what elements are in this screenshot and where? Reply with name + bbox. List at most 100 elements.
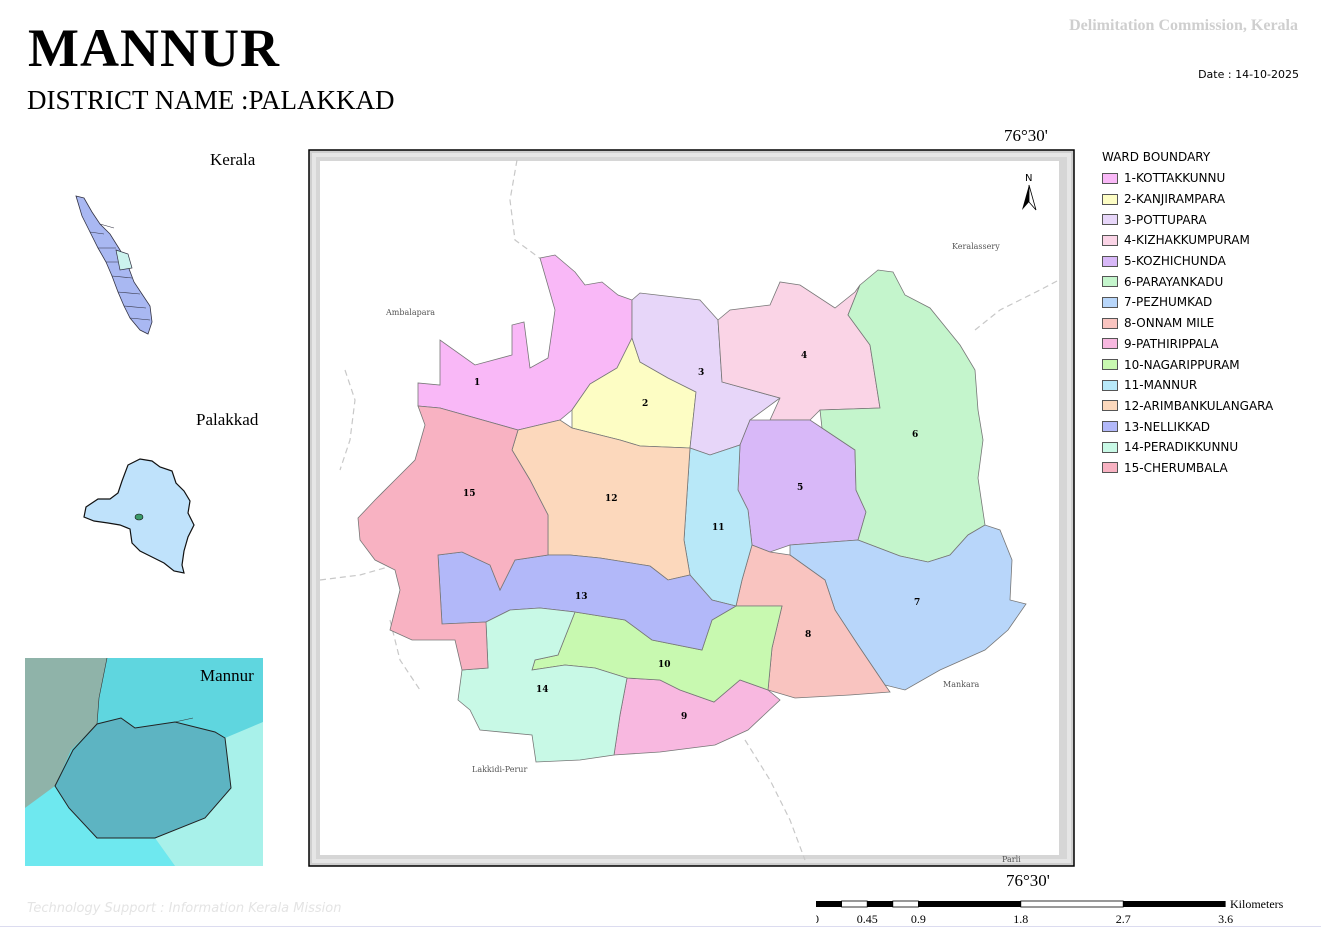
- scale-bar: Kilometers 0 0.45 0.9 1.8 2.7 3.6: [816, 897, 1284, 926]
- bottom-divider: [0, 926, 1321, 927]
- ward-label-5: 5: [797, 483, 803, 493]
- legend-label: 14-PERADIKKUNNU: [1124, 440, 1239, 455]
- legend-label: 4-KIZHAKKUMPURAM: [1124, 233, 1250, 248]
- scale-tick-2: 0.9: [911, 912, 926, 926]
- ward-label-3: 3: [698, 368, 704, 378]
- north-arrow-label: N: [1025, 173, 1032, 184]
- legend-label: 12-ARIMBANKULANGARA: [1124, 398, 1274, 413]
- place-keralassery: Keralassery: [952, 242, 1000, 251]
- palakkad-inset-label: Palakkad: [196, 410, 259, 429]
- legend: WARD BOUNDARY 1-KOTTAKKUNNU 2-KANJIRAMPAR…: [1102, 150, 1273, 478]
- legend-item: 8-ONNAM MILE: [1102, 313, 1273, 334]
- legend-label: 3-POTTUPARA: [1124, 212, 1207, 227]
- legend-item: 15-CHERUMBALA: [1102, 458, 1273, 479]
- legend-label: 9-PATHIRIPPALA: [1124, 336, 1219, 351]
- ward-label-11: 11: [712, 523, 725, 533]
- legend-swatch: [1102, 317, 1118, 329]
- place-lakkidi-perur: Lakkidi-Perur: [472, 765, 527, 774]
- legend-item: 10-NAGARIPPURAM: [1102, 354, 1273, 375]
- scale-seg: [841, 900, 868, 908]
- legend-item: 7-PEZHUMKAD: [1102, 292, 1273, 313]
- legend-item: 6-PARAYANKADU: [1102, 271, 1273, 292]
- ward-label-8: 8: [805, 630, 811, 640]
- legend-swatch: [1102, 400, 1118, 412]
- legend-label: 1-KOTTAKKUNNU: [1124, 171, 1226, 186]
- legend-title: WARD BOUNDARY: [1102, 150, 1211, 164]
- ward-label-10: 10: [658, 660, 671, 670]
- scale-seg: [1123, 901, 1226, 907]
- scale-unit: Kilometers: [1230, 897, 1284, 911]
- map-title: MANNUR: [28, 18, 280, 78]
- legend-label: 8-ONNAM MILE: [1124, 316, 1215, 331]
- ward-label-14: 14: [536, 685, 549, 695]
- agency-name: Delimitation Commission, Kerala: [1069, 17, 1298, 34]
- scale-tick-3: 1.8: [1013, 912, 1028, 926]
- place-mankara: Mankara: [943, 680, 980, 689]
- scale-seg: [816, 901, 842, 907]
- legend-item: 4-KIZHAKKUMPURAM: [1102, 230, 1273, 251]
- legend-item: 11-MANNUR: [1102, 375, 1273, 396]
- scale-tick-5: 3.6: [1218, 912, 1233, 926]
- legend-item: 9-PATHIRIPPALA: [1102, 334, 1273, 355]
- scale-seg: [892, 900, 919, 908]
- scale-tick-1: 0.45: [857, 912, 878, 926]
- legend-swatch: [1102, 338, 1118, 350]
- legend-label: 2-KANJIRAMPARA: [1124, 192, 1226, 207]
- legend-swatch: [1102, 172, 1118, 184]
- place-parli: Parli: [1002, 855, 1021, 864]
- scale-tick-0: 0: [816, 912, 819, 926]
- ward-label-4: 4: [801, 351, 807, 361]
- legend-swatch: [1102, 234, 1118, 246]
- legend-label: 7-PEZHUMKAD: [1124, 295, 1213, 310]
- ward-label-12: 12: [605, 494, 618, 504]
- legend-label: 15-CHERUMBALA: [1124, 460, 1228, 475]
- legend-label: 13-NELLIKKAD: [1124, 419, 1211, 434]
- tech-support-credit: Technology Support : Information Kerala …: [27, 901, 342, 916]
- mannur-zoom-inset: [25, 658, 263, 866]
- scale-bar-segments: [816, 900, 1226, 908]
- legend-swatch: [1102, 214, 1118, 226]
- ward-label-9: 9: [681, 712, 687, 722]
- legend-swatch: [1102, 441, 1118, 453]
- ward-label-6: 6: [912, 430, 918, 440]
- scale-seg: [867, 901, 893, 907]
- legend-item: 5-KOZHICHUNDA: [1102, 251, 1273, 272]
- longitude-label-bottom: 76°30': [1006, 871, 1050, 890]
- legend-item: 2-KANJIRAMPARA: [1102, 189, 1273, 210]
- legend-items: 1-KOTTAKKUNNU 2-KANJIRAMPARA 3-POTTUPARA 4-…: [1102, 168, 1273, 478]
- legend-swatch: [1102, 255, 1118, 267]
- district-name: DISTRICT NAME :PALAKKAD: [27, 85, 395, 115]
- ward-label-7: 7: [914, 598, 920, 608]
- legend-label: 5-KOZHICHUNDA: [1124, 254, 1226, 269]
- scale-seg: [918, 901, 1021, 907]
- scale-seg: [1020, 900, 1124, 908]
- kerala-inset-label: Kerala: [210, 150, 256, 169]
- mannur-inset-label: Mannur: [200, 666, 254, 685]
- legend-item: 3-POTTUPARA: [1102, 209, 1273, 230]
- legend-swatch: [1102, 193, 1118, 205]
- ward-label-15: 15: [463, 489, 476, 499]
- legend-swatch: [1102, 296, 1118, 308]
- legend-swatch: [1102, 421, 1118, 433]
- legend-item: 14-PERADIKKUNNU: [1102, 437, 1273, 458]
- scale-tick-4: 2.7: [1116, 912, 1131, 926]
- legend-swatch: [1102, 379, 1118, 391]
- ward-label-2: 2: [642, 399, 648, 409]
- ward-label-13: 13: [575, 592, 588, 602]
- palakkad-inset-map: [83, 458, 195, 574]
- legend-label: 11-MANNUR: [1124, 378, 1198, 393]
- legend-swatch: [1102, 359, 1118, 371]
- main-ward-map: 1 2 3 4 5 6 7 8 9 10 11 12 13 14 15 Amba…: [308, 149, 1075, 867]
- legend-swatch: [1102, 276, 1118, 288]
- ward-label-1: 1: [474, 378, 480, 388]
- legend-label: 6-PARAYANKADU: [1124, 274, 1224, 289]
- place-ambalapara: Ambalapara: [385, 308, 435, 317]
- legend-label: 10-NAGARIPPURAM: [1124, 357, 1240, 372]
- legend-item: 1-KOTTAKKUNNU: [1102, 168, 1273, 189]
- longitude-label-top: 76°30': [1004, 126, 1048, 145]
- kerala-inset-map: [75, 195, 153, 335]
- legend-item: 12-ARIMBANKULANGARA: [1102, 396, 1273, 417]
- legend-item: 13-NELLIKKAD: [1102, 416, 1273, 437]
- legend-swatch: [1102, 462, 1118, 474]
- map-date: Date : 14-10-2025: [1198, 68, 1299, 81]
